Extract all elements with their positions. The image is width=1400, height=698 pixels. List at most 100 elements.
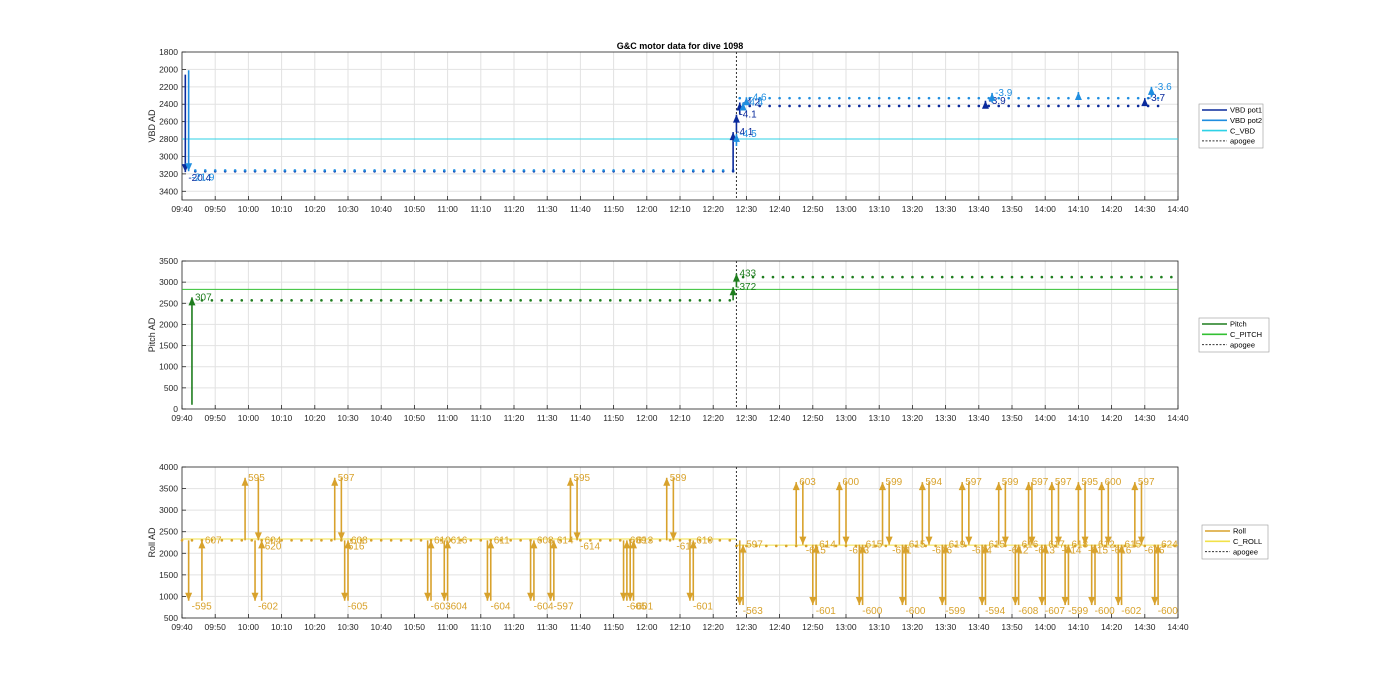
data-point bbox=[708, 299, 712, 302]
move-label: 599 bbox=[886, 477, 903, 488]
data-point bbox=[433, 169, 436, 172]
data-point bbox=[851, 275, 854, 279]
x-tick-label: 09:50 bbox=[205, 204, 227, 214]
legend-entry: apogee bbox=[1230, 340, 1255, 349]
move-arrowhead bbox=[842, 536, 850, 545]
data-point bbox=[907, 104, 911, 108]
data-point bbox=[828, 96, 831, 100]
data-point bbox=[462, 169, 466, 172]
x-tick-label: 14:10 bbox=[1068, 413, 1090, 423]
data-point bbox=[721, 169, 725, 172]
data-point bbox=[353, 169, 356, 172]
data-point bbox=[811, 275, 815, 279]
data-point bbox=[857, 96, 861, 100]
data-point bbox=[774, 544, 778, 548]
data-point bbox=[512, 169, 516, 172]
data-point bbox=[323, 169, 327, 172]
data-point bbox=[373, 169, 376, 172]
x-tick-label: 14:00 bbox=[1035, 204, 1057, 214]
data-point bbox=[1060, 275, 1064, 279]
move-label: -3.9 bbox=[995, 88, 1013, 99]
data-point bbox=[668, 299, 672, 302]
data-point bbox=[947, 96, 951, 100]
move-label: -604 bbox=[447, 602, 467, 613]
data-point bbox=[718, 299, 722, 302]
move-label: 615 bbox=[909, 540, 926, 551]
data-point bbox=[1067, 96, 1070, 100]
data-point bbox=[618, 539, 622, 542]
data-point bbox=[1097, 96, 1100, 100]
x-tick-label: 11:10 bbox=[470, 204, 491, 214]
data-point bbox=[1027, 96, 1030, 100]
y-tick-label: 2800 bbox=[159, 134, 178, 144]
x-tick-label: 12:00 bbox=[636, 204, 658, 214]
data-point bbox=[1116, 96, 1120, 100]
data-point bbox=[688, 299, 692, 302]
move-label: 595 bbox=[1081, 477, 1098, 488]
data-point bbox=[233, 169, 237, 172]
data-point bbox=[828, 104, 831, 108]
data-point bbox=[519, 299, 522, 302]
x-tick-label: 14:20 bbox=[1101, 204, 1123, 214]
data-point bbox=[502, 169, 506, 172]
y-axis-label: Roll AD bbox=[147, 527, 157, 558]
x-tick-label: 11:50 bbox=[603, 413, 624, 423]
data-point bbox=[897, 96, 901, 100]
x-tick-label: 13:20 bbox=[902, 413, 924, 423]
legend-entry: VBD pot2 bbox=[1230, 116, 1262, 125]
x-tick-label: 13:30 bbox=[935, 204, 957, 214]
y-tick-label: 3500 bbox=[159, 484, 178, 494]
x-tick-label: 11:00 bbox=[437, 622, 458, 632]
y-tick-label: 2000 bbox=[159, 548, 178, 558]
data-point bbox=[403, 169, 406, 172]
move-label: 595 bbox=[573, 473, 590, 484]
data-point bbox=[599, 299, 602, 302]
data-point bbox=[273, 169, 277, 172]
data-point bbox=[230, 299, 234, 302]
legend-entry: Pitch bbox=[1230, 320, 1247, 329]
data-point bbox=[907, 96, 911, 100]
data-point bbox=[844, 544, 848, 548]
move-arrowhead bbox=[925, 536, 933, 545]
x-tick-label: 12:10 bbox=[669, 413, 691, 423]
move-label: -4.5 bbox=[739, 129, 757, 140]
data-point bbox=[283, 169, 287, 172]
move-label: 597 bbox=[965, 477, 982, 488]
x-tick-label: 14:40 bbox=[1167, 622, 1189, 632]
data-point bbox=[980, 275, 984, 279]
data-point bbox=[1007, 104, 1010, 108]
data-point bbox=[509, 299, 512, 302]
x-tick-label: 13:10 bbox=[869, 413, 891, 423]
data-point bbox=[1000, 275, 1004, 279]
data-point bbox=[831, 275, 835, 279]
x-tick-label: 10:00 bbox=[238, 413, 260, 423]
data-point bbox=[788, 96, 791, 100]
move-arrowhead bbox=[1114, 597, 1122, 606]
data-point bbox=[1100, 275, 1103, 279]
move-label: 597 bbox=[1032, 477, 1049, 488]
data-point bbox=[957, 96, 961, 100]
data-point bbox=[1130, 275, 1133, 279]
data-point bbox=[589, 299, 592, 302]
legend-entry: C_PITCH bbox=[1230, 330, 1262, 339]
x-tick-label: 14:30 bbox=[1134, 622, 1156, 632]
x-tick-label: 13:10 bbox=[869, 622, 891, 632]
data-point bbox=[542, 169, 546, 172]
data-point bbox=[738, 96, 742, 100]
data-point bbox=[330, 299, 333, 302]
data-point bbox=[549, 299, 552, 302]
x-tick-label: 13:50 bbox=[1001, 413, 1023, 423]
legend-entry: C_ROLL bbox=[1233, 537, 1262, 546]
data-point bbox=[950, 275, 954, 279]
data-point bbox=[977, 104, 981, 108]
data-point bbox=[1126, 104, 1130, 108]
move-label: 615 bbox=[988, 540, 1005, 551]
data-point bbox=[449, 299, 453, 302]
data-point bbox=[788, 104, 791, 108]
data-point bbox=[313, 169, 317, 172]
move-label: 600 bbox=[1105, 477, 1122, 488]
x-tick-label: 14:40 bbox=[1167, 413, 1189, 423]
data-point bbox=[469, 539, 473, 542]
move-label: -605 bbox=[348, 602, 368, 613]
data-point bbox=[1087, 96, 1090, 100]
